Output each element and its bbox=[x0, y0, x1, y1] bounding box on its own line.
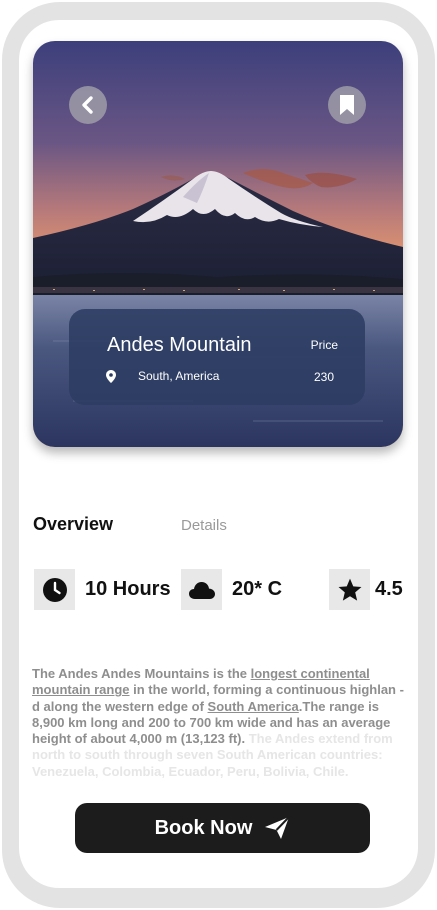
rating-value: 4.5 bbox=[375, 578, 403, 600]
back-button[interactable] bbox=[69, 86, 107, 124]
cloud-icon bbox=[188, 581, 215, 599]
app-screen: Andes Mountain Price South, America 230 … bbox=[19, 20, 418, 888]
book-now-label: Book Now bbox=[154, 816, 253, 839]
duration-value: 10 Hours bbox=[85, 578, 171, 600]
description-text: The Andes Andes Mountains is the longest… bbox=[32, 666, 404, 780]
temperature-value: 20* C bbox=[232, 578, 283, 600]
destination-info-card: Andes Mountain Price South, America 230 bbox=[69, 309, 365, 405]
south-america-link[interactable]: South America bbox=[208, 699, 299, 714]
back-arrow-icon bbox=[82, 96, 93, 114]
price-label: Price bbox=[310, 338, 338, 352]
bookmark-button[interactable] bbox=[328, 86, 366, 124]
star-icon bbox=[338, 578, 361, 601]
location-pin-icon bbox=[106, 370, 116, 383]
clock-icon bbox=[42, 577, 67, 602]
clock-icon-box bbox=[34, 569, 75, 610]
tab-details[interactable]: Details bbox=[181, 517, 227, 534]
paper-plane-icon bbox=[265, 816, 291, 839]
destination-location: South, America bbox=[138, 369, 220, 383]
cloud-icon-box bbox=[181, 569, 222, 610]
phone-mockup: Andes Mountain Price South, America 230 … bbox=[0, 0, 437, 910]
star-icon-box bbox=[329, 569, 370, 610]
bookmark-icon bbox=[340, 95, 354, 115]
hero-image: Andes Mountain Price South, America 230 bbox=[33, 41, 403, 447]
description-part: The Andes Andes Mountains is the bbox=[32, 666, 251, 681]
tab-overview[interactable]: Overview bbox=[33, 514, 113, 535]
book-now-button[interactable]: Book Now bbox=[75, 803, 370, 853]
destination-title: Andes Mountain bbox=[107, 334, 252, 356]
price-value: 230 bbox=[313, 370, 334, 384]
